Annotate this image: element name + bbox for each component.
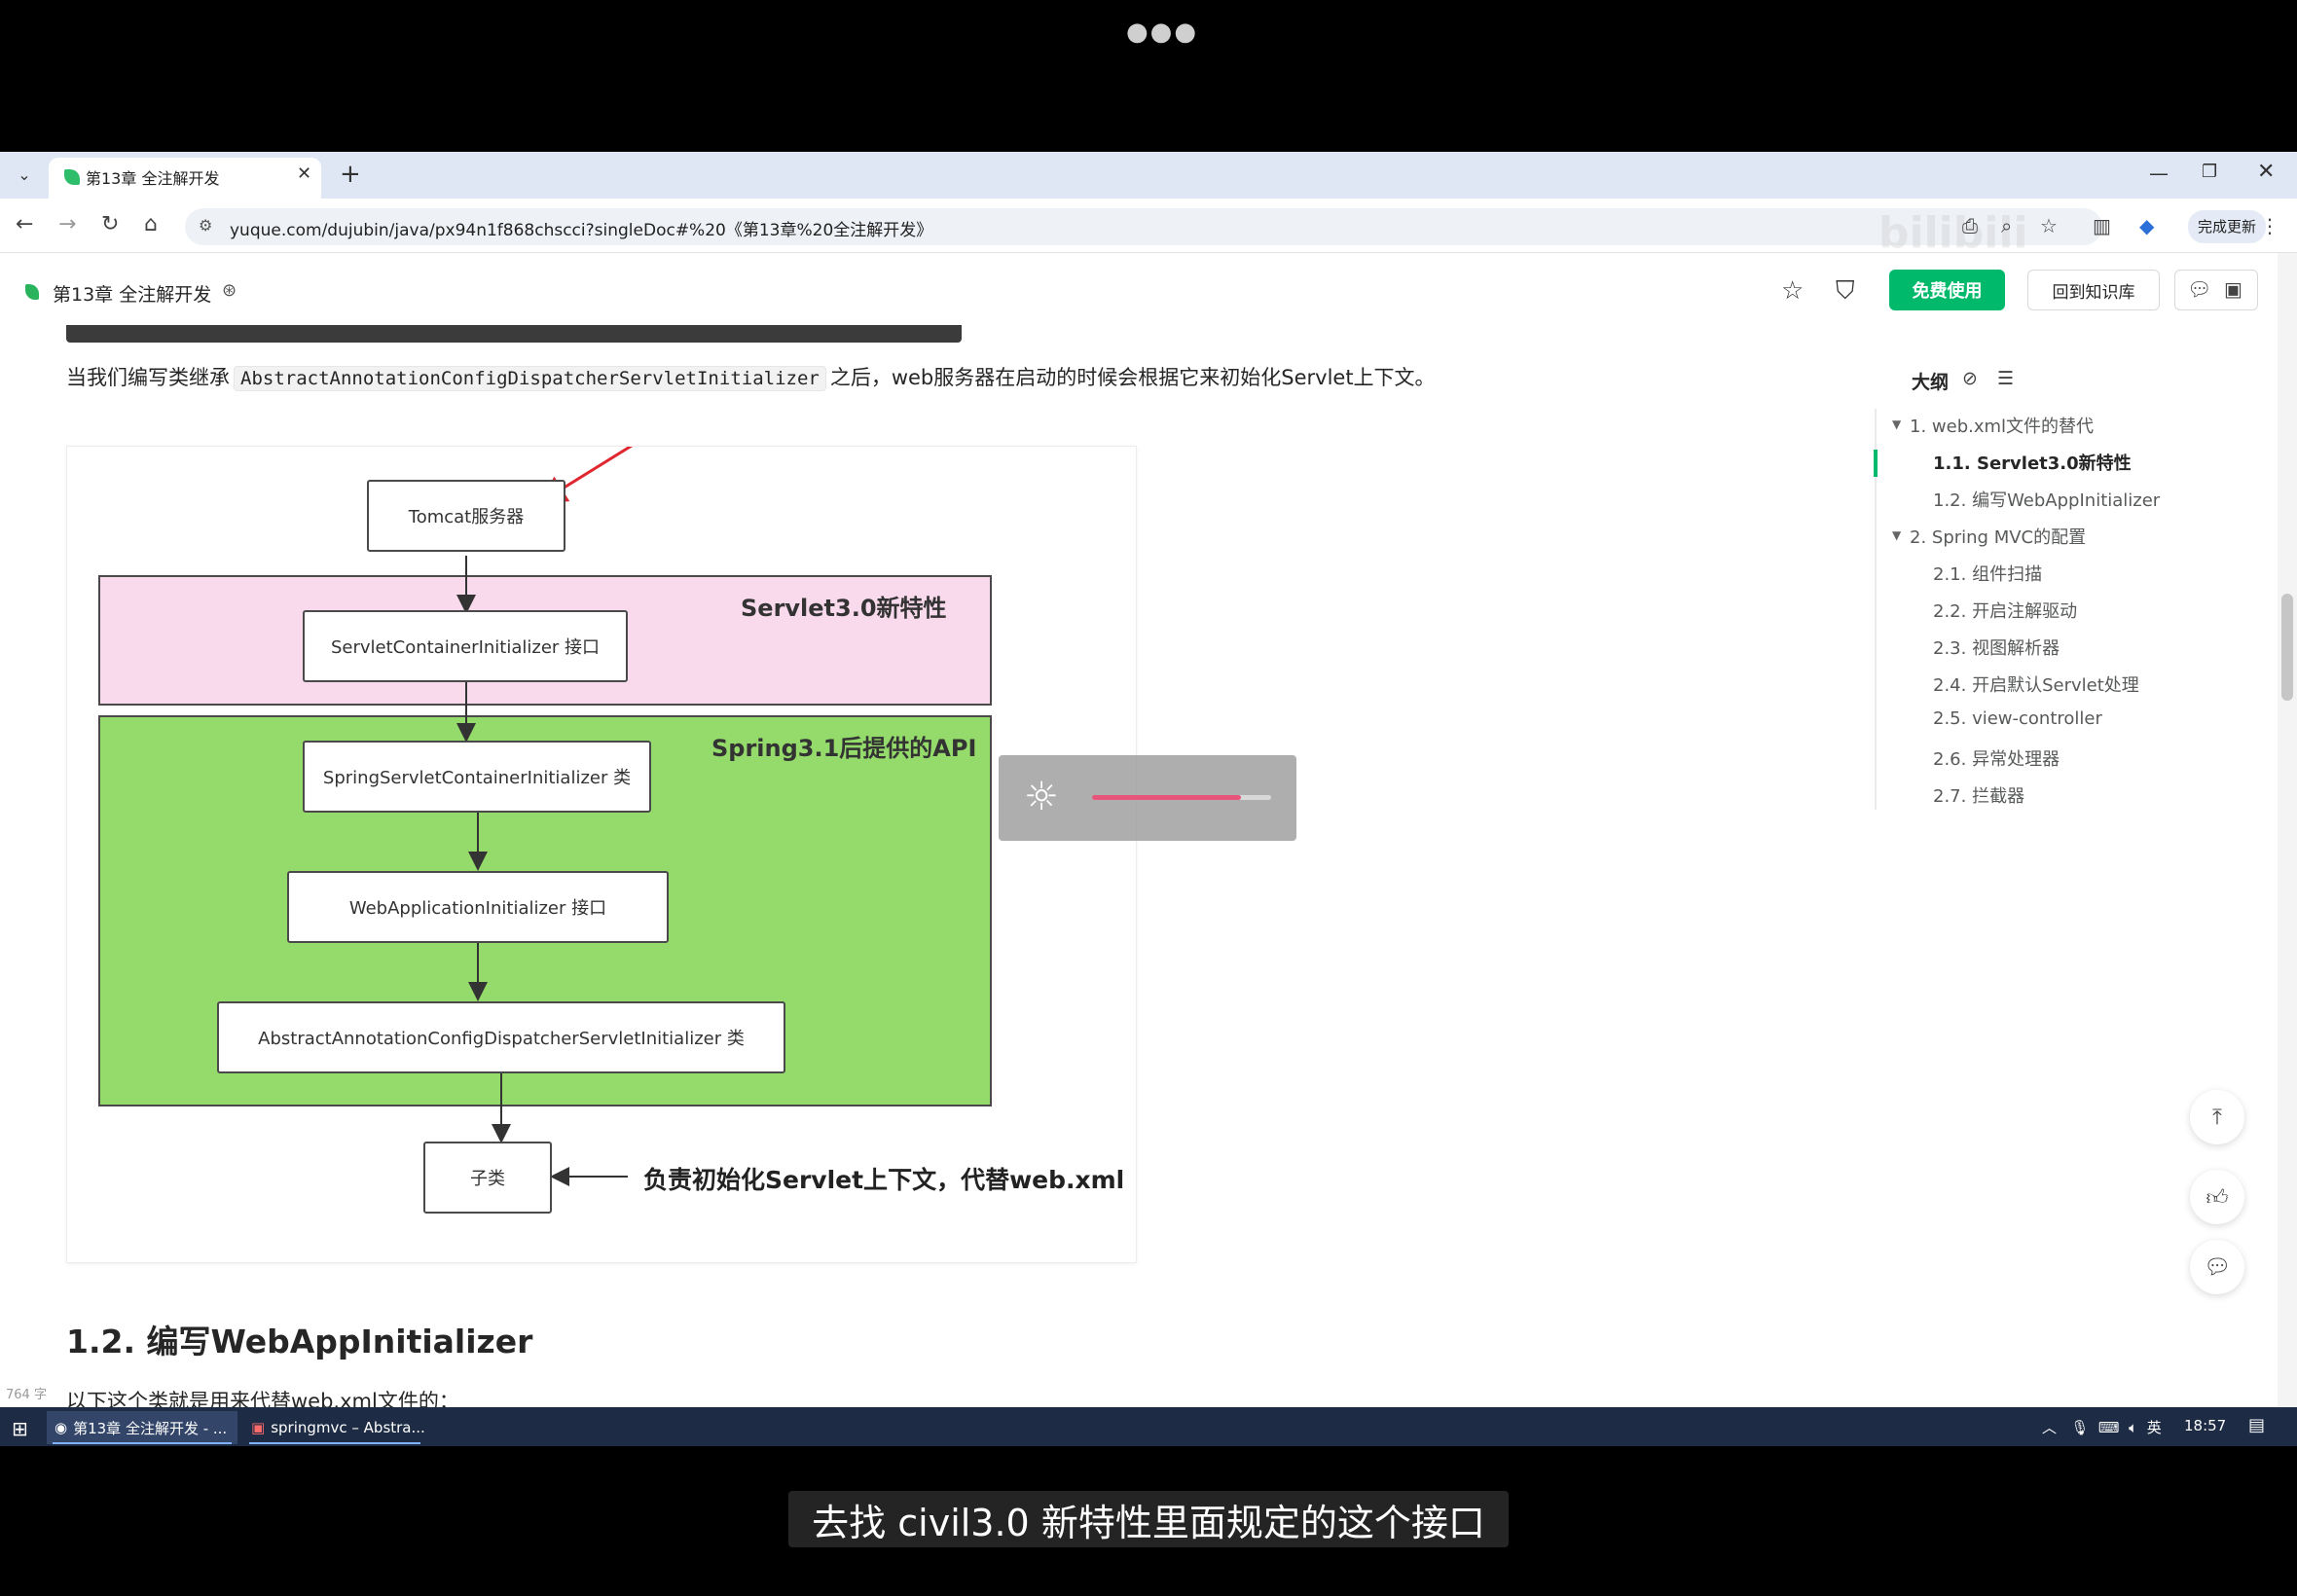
taskbar-idea[interactable]: ▣ springmvc – Abstra... <box>243 1411 426 1444</box>
window-close-icon[interactable]: ✕ <box>2257 160 2275 184</box>
outline-caret-icon[interactable]: ▼ <box>1892 417 1901 431</box>
comment-float-icon[interactable]: 💬︎ <box>2190 1240 2244 1294</box>
back-to-library-button[interactable]: 回到知识库 <box>2027 270 2160 310</box>
tab-close-icon[interactable]: ✕ <box>297 163 311 184</box>
diagram-note: 负责初始化Servlet上下文，代替web.xml <box>643 1166 1125 1194</box>
extension-icon[interactable]: ◆ <box>2139 214 2154 237</box>
zoom-icon[interactable]: ⌕ <box>2001 214 2012 237</box>
url-text[interactable]: yuque.com/dujubin/java/px94n1f868chscci?… <box>230 216 932 240</box>
more-dots-icon[interactable]: ●●● <box>1126 18 1198 47</box>
paragraph: 当我们编写类继承 AbstractAnnotationConfigDispatch… <box>66 362 1436 391</box>
outline-caret-icon[interactable]: ▼ <box>1892 528 1901 542</box>
taskbar-chrome[interactable]: ◉ 第13章 全注解开发 - ... <box>47 1411 237 1444</box>
brightness-icon: ☼ <box>1024 775 1059 819</box>
bookmark-star-icon[interactable]: ☆ <box>2040 214 2058 237</box>
taskbar-label: springmvc – Abstra... <box>271 1419 425 1436</box>
active-indicator <box>53 1442 232 1444</box>
video-subtitle: 去找 civil3.0 新特性里面规定的这个接口 <box>788 1491 1509 1547</box>
section-heading: 1.2. 编写WebAppInitializer <box>66 1323 533 1360</box>
network-icon[interactable]: ⌨ <box>2098 1419 2120 1436</box>
outline-item[interactable]: 1.2. 编写WebAppInitializer <box>1933 487 2160 512</box>
tomcat-node: Tomcat服务器 <box>367 480 565 552</box>
outline-title: 大纲 <box>1912 372 1950 393</box>
back-to-top-icon[interactable]: ⤒ <box>2190 1090 2244 1144</box>
profile-button[interactable]: 完成更新 <box>2188 210 2267 243</box>
subclass-node: 子类 <box>423 1142 552 1214</box>
forward-icon[interactable]: → <box>58 212 76 236</box>
servlet-container-initializer-node: ServletContainerInitializer 接口 <box>303 610 628 682</box>
clock[interactable]: 18:57 <box>2184 1417 2226 1434</box>
outline-item[interactable]: 2.6. 异常处理器 <box>1933 745 2060 771</box>
intellij-icon: ▣ <box>251 1419 266 1436</box>
home-icon[interactable]: ⌂ <box>144 212 158 236</box>
paragraph-text: 之后，web服务器在启动的时候会根据它来初始化Servlet上下文。 <box>829 366 1436 389</box>
outline-item[interactable]: 1.1. Servlet3.0新特性 <box>1933 450 2132 475</box>
like-icon[interactable]: 👍︎ <box>2190 1170 2244 1224</box>
tab-title: 第13章 全注解开发 <box>86 169 220 188</box>
comment-icon[interactable]: 💬︎ <box>2187 277 2211 301</box>
spring-servlet-container-initializer-node: SpringServletContainerInitializer 类 <box>303 741 651 813</box>
free-use-button[interactable]: 免费使用 <box>1889 270 2005 310</box>
outline-item[interactable]: 2.7. 拦截器 <box>1933 782 2024 808</box>
abstract-initializer-node: AbstractAnnotationConfigDispatcherServle… <box>217 1001 785 1073</box>
tray-expand-icon[interactable]: ︿ <box>2042 1419 2057 1436</box>
mic-icon[interactable]: 🎙︎ <box>2070 1419 2089 1436</box>
code-block-bottom <box>66 325 962 343</box>
outline-active-marker <box>1874 450 1878 477</box>
active-indicator <box>249 1442 420 1444</box>
hide-outline-icon[interactable]: ⊘ <box>1962 368 1978 389</box>
inline-code: AbstractAnnotationConfigDispatcherServle… <box>234 366 826 391</box>
flow-diagram: Servlet3.0新特性 Spring3.1后提供的API Tomcat服务器… <box>66 446 1137 1263</box>
browser-menu-icon[interactable]: ⋮ <box>2260 214 2279 237</box>
ime-indicator[interactable]: 英 <box>2147 1419 2162 1436</box>
outline-item[interactable]: 2.3. 视图解析器 <box>1933 635 2060 660</box>
system-tray[interactable]: ︿ 🎙︎ ⌨ 🔈︎ 英 <box>2042 1417 2162 1437</box>
paragraph-text: 当我们编写类继承 <box>66 366 230 389</box>
header-button-group: 💬︎ ▣ <box>2174 270 2258 310</box>
scrollbar[interactable] <box>2278 253 2297 1407</box>
outline-item[interactable]: 2.2. 开启注解驱动 <box>1933 598 2077 623</box>
word-count: 764 字 <box>6 1388 47 1402</box>
scrollbar-thumb[interactable] <box>2281 594 2293 701</box>
volume-icon[interactable]: 🔈︎ <box>2129 1419 2137 1436</box>
web-application-initializer-node: WebApplicationInitializer 接口 <box>287 871 669 943</box>
outline-item[interactable]: 1. web.xml文件的替代 <box>1910 413 2094 438</box>
windows-start-icon[interactable]: ⊞ <box>12 1417 28 1440</box>
doc-settings-icon[interactable]: ⊛ <box>222 280 237 301</box>
present-icon[interactable]: ⛉ <box>1836 276 1855 307</box>
site-info-icon[interactable]: ⚙ <box>199 216 212 235</box>
notification-icon[interactable]: ▤ <box>2248 1415 2265 1435</box>
restore-icon[interactable]: ❐ <box>2202 162 2217 182</box>
favorite-star-icon[interactable]: ☆ <box>1781 276 1804 306</box>
outline-item[interactable]: 2. Spring MVC的配置 <box>1910 524 2086 549</box>
tab-search-dropdown-icon[interactable]: ⌄ <box>12 162 37 187</box>
toc-panel-icon[interactable]: ▣ <box>2224 277 2242 301</box>
outline-item[interactable]: 2.5. view-controller <box>1933 708 2102 729</box>
chrome-icon: ◉ <box>55 1419 68 1436</box>
diagram-connectors <box>456 447 634 1186</box>
new-tab-icon[interactable]: + <box>340 160 361 189</box>
doc-title: 第13章 全注解开发 <box>53 284 212 306</box>
taskbar-label: 第13章 全注解开发 - ... <box>73 1419 228 1437</box>
install-app-icon[interactable]: ⎙ <box>1962 214 1978 237</box>
brightness-level <box>1092 795 1241 800</box>
outline-item[interactable]: 2.4. 开启默认Servlet处理 <box>1933 671 2139 697</box>
outline-item[interactable]: 2.1. 组件扫描 <box>1933 561 2042 586</box>
back-icon[interactable]: ← <box>16 212 33 236</box>
outline-list-icon[interactable]: ☰ <box>1997 368 2014 389</box>
side-panel-icon[interactable]: ▥ <box>2093 214 2111 237</box>
reload-icon[interactable]: ↻ <box>101 212 119 236</box>
minimize-icon[interactable]: — <box>2149 162 2169 185</box>
